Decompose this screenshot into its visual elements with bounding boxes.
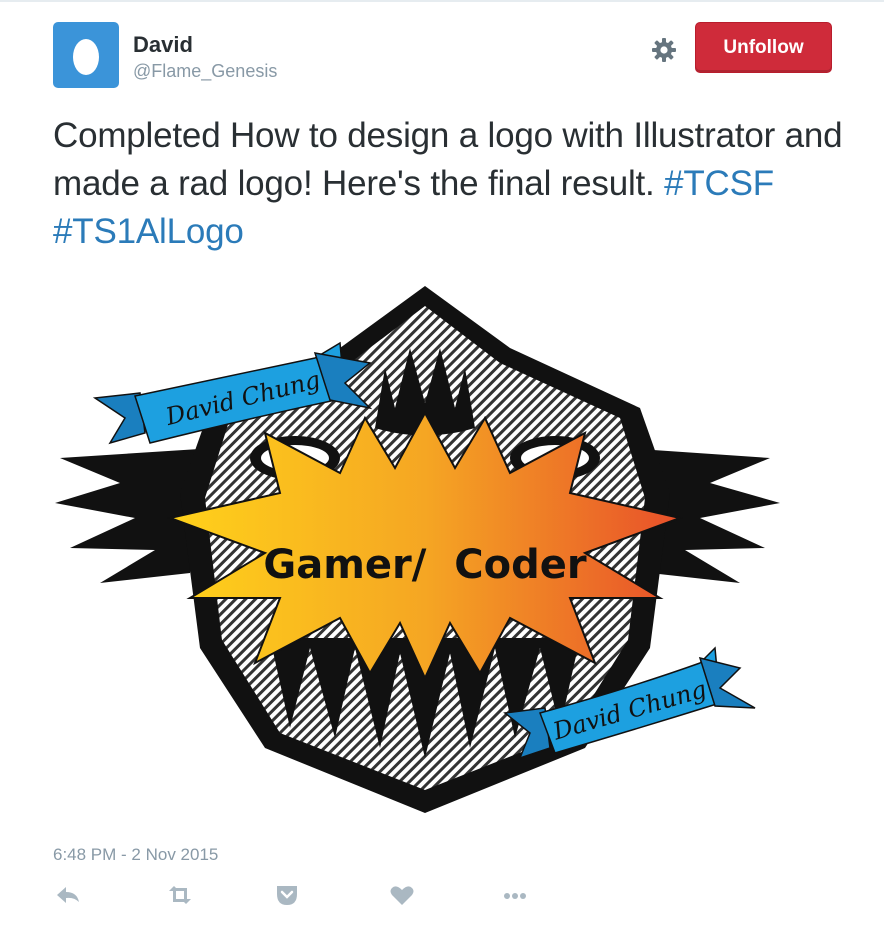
top-divider: [0, 0, 884, 2]
hashtag-link-tcsf[interactable]: #TCSF: [664, 164, 774, 203]
avatar[interactable]: [53, 22, 119, 88]
more-icon[interactable]: [500, 880, 530, 910]
tweet-image[interactable]: Gamer/ Coder David Chung David Chung: [40, 268, 800, 828]
tweet-timestamp[interactable]: 6:48 PM - 2 Nov 2015: [53, 845, 218, 865]
author-handle[interactable]: @Flame_Genesis: [133, 60, 277, 82]
logo-illustration: Gamer/ Coder David Chung David Chung: [55, 286, 780, 813]
author-name[interactable]: David: [133, 32, 277, 58]
center-text: Gamer/ Coder: [263, 542, 586, 588]
retweet-icon[interactable]: [165, 880, 195, 910]
gear-icon[interactable]: [650, 36, 678, 64]
tweet-text: Completed How to design a logo with Illu…: [53, 112, 843, 256]
egg-avatar-icon: [73, 39, 99, 75]
pocket-icon[interactable]: [272, 880, 302, 910]
hashtag-link-ts1allogo[interactable]: #TS1AlLogo: [53, 212, 244, 251]
heart-icon[interactable]: [387, 880, 417, 910]
unfollow-button[interactable]: Unfollow: [695, 22, 832, 73]
tweet-actions: [0, 880, 884, 920]
reply-icon[interactable]: [53, 880, 83, 910]
user-info: David @Flame_Genesis: [133, 32, 277, 82]
